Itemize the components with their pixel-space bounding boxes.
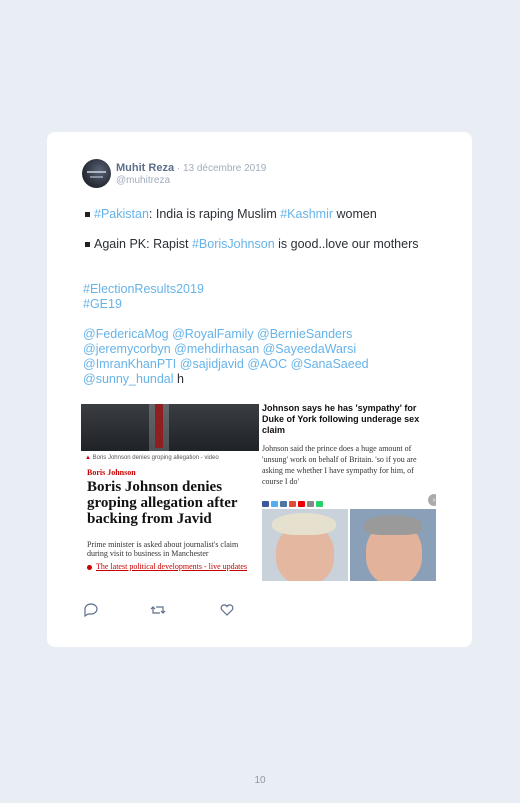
page-number: 10 xyxy=(254,775,266,786)
video-thumbnail xyxy=(81,404,259,451)
tweet-media[interactable]: ▲ Boris Johnson denies groping allegatio… xyxy=(81,404,436,581)
article-standfirst: Prime minister is asked about journalist… xyxy=(87,540,239,558)
author-handle[interactable]: @muhitreza xyxy=(116,175,170,186)
tweet-text: women xyxy=(333,207,377,221)
hashtag-ge19[interactable]: #GE19 xyxy=(83,297,433,312)
tweet-author: Muhit Reza · 13 décembre 2019 xyxy=(116,162,266,174)
photo-duke xyxy=(350,509,436,581)
avatar[interactable] xyxy=(82,159,111,188)
news-headline: Johnson says he has 'sympathy' for Duke … xyxy=(262,404,420,435)
photo-johnson xyxy=(262,509,348,581)
share-icons xyxy=(262,494,382,507)
bullet-icon xyxy=(87,564,92,570)
mentions-line[interactable]: @FedericaMog @RoyalFamily @BernieSanders xyxy=(83,327,433,342)
hashtag-block: #ElectionResults2019 #GE19 xyxy=(83,282,433,312)
news-photos xyxy=(262,509,436,581)
black-square-icon xyxy=(85,241,90,247)
tweet-text: h xyxy=(173,372,184,386)
video-caption: ▲ Boris Johnson denies groping allegatio… xyxy=(85,455,219,461)
tweet-line-2: Again PK: Rapist #BorisJohnson is good..… xyxy=(83,237,433,252)
hashtag-electionresults[interactable]: #ElectionResults2019 xyxy=(83,282,433,297)
guardian-screenshot: ▲ Boris Johnson denies groping allegatio… xyxy=(81,404,259,581)
author-name[interactable]: Muhit Reza xyxy=(116,162,174,174)
article-headline: Boris Johnson denies groping allegation … xyxy=(87,479,238,527)
tweet-card: Muhit Reza · 13 décembre 2019 @muhitreza… xyxy=(47,132,472,647)
tweet-text: : India is raping Muslim xyxy=(148,207,281,221)
tweet-text: is good..love our mothers xyxy=(274,237,419,251)
tweet-text: Again PK: Rapist xyxy=(94,237,192,251)
retweet-icon[interactable] xyxy=(150,603,166,617)
tweet-date[interactable]: 13 décembre 2019 xyxy=(183,163,266,174)
mentions-line[interactable]: @ImranKhanPTI @sajidjavid @AOC @SanaSaee… xyxy=(83,357,433,372)
mentions-line[interactable]: @jeremycorbyn @mehdirhasan @SayeedaWarsi xyxy=(83,342,433,357)
article-bullet: The latest political developments - live… xyxy=(87,562,259,571)
date-separator: · xyxy=(174,163,183,174)
news-body: Johnson said the prince does a huge amou… xyxy=(262,444,417,486)
article-kicker: Boris Johnson xyxy=(87,468,136,477)
next-arrow-icon[interactable]: › xyxy=(428,494,436,506)
tweet-line-1: #Pakistan: India is raping Muslim #Kashm… xyxy=(83,207,433,222)
reply-icon[interactable] xyxy=(83,603,99,618)
news-screenshot: Johnson says he has 'sympathy' for Duke … xyxy=(262,404,436,581)
hashtag-kashmir[interactable]: #Kashmir xyxy=(280,207,333,221)
hashtag-borisjohnson[interactable]: #BorisJohnson xyxy=(192,237,275,251)
black-square-icon xyxy=(85,211,90,217)
hashtag-pakistan[interactable]: #Pakistan xyxy=(94,207,149,221)
mentions-block: @FedericaMog @RoyalFamily @BernieSanders… xyxy=(83,327,433,387)
mention-sunny-hundal[interactable]: @sunny_hundal xyxy=(83,372,174,386)
heart-icon[interactable] xyxy=(219,603,235,617)
